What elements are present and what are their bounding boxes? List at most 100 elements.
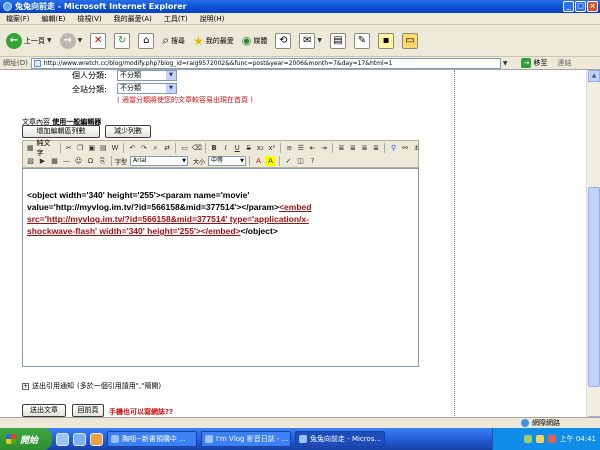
taskbar-item-3[interactable]: 兔兔向前走 - Micros... [295,431,385,447]
bold-icon[interactable]: B [209,143,220,153]
home-button[interactable]: ⌂ [136,30,156,52]
redo-icon[interactable]: ↷ [139,143,150,153]
subscript-icon[interactable]: x₂ [255,143,266,153]
about-icon[interactable]: ? [307,156,318,166]
menu-help[interactable]: 說明(H) [200,14,225,24]
refresh-button[interactable]: ↻ [112,30,132,52]
menu-tools[interactable]: 工具(T) [164,14,188,24]
menu-view[interactable]: 檢視(V) [77,14,101,24]
remove-format-icon[interactable]: ⌫ [191,143,202,153]
paste-word-icon[interactable]: W [110,143,121,153]
rule-icon[interactable]: — [61,156,72,166]
expand-icon[interactable]: + [22,382,29,390]
close-button[interactable]: × [587,1,598,12]
special-char-icon[interactable]: Ω [85,156,96,166]
align-center-icon[interactable]: ≣ [348,143,359,153]
go-button[interactable]: → 移至 [521,58,547,68]
paste-icon[interactable]: ▣ [87,143,98,153]
address-dropdown-icon[interactable]: ▼ [503,60,508,67]
address-input[interactable]: http://www.wretch.cc/blog/modify.php?blo… [30,57,501,69]
italic-icon[interactable]: I [220,143,231,153]
back-arrow-icon: ← [6,32,22,49]
remove-rows-button[interactable]: 減少列數 [105,125,151,138]
site-category-select[interactable]: 不分類 ▼ [117,83,177,94]
minimize-button[interactable]: _ [563,1,574,12]
page-break-icon[interactable]: ⎘ [97,156,108,166]
vertical-scrollbar[interactable]: ▲ ▼ [586,70,600,428]
research-button[interactable]: ▭ [400,30,420,52]
favorites-button[interactable]: ★ 我的最愛 [191,30,236,52]
scroll-thumb[interactable] [588,187,600,387]
taskbar-item-2[interactable]: I'm Vlog 影音日誌 - ... [201,431,291,447]
back-button[interactable]: ← 上一頁 ▼ [4,30,54,52]
edit-page-button[interactable]: ✎ [352,30,372,52]
messenger-button[interactable]: ▪ [376,30,396,52]
tray-icon[interactable] [547,435,556,443]
menu-edit[interactable]: 編輯(E) [42,14,66,24]
trackback-label[interactable]: 送出引用通知 [32,381,74,391]
add-rows-button[interactable]: 增加編輯區列數 [22,125,100,138]
copy-icon[interactable]: ❐ [75,143,86,153]
undo-icon[interactable]: ↶ [127,143,138,153]
links-button[interactable]: 連結 [557,58,571,68]
unordered-list-icon[interactable]: ☰ [296,143,307,153]
search-button[interactable]: ⌕ 搜尋 [160,30,187,52]
ordered-list-icon[interactable]: ≡ [284,143,295,153]
size-label: 大小 [193,158,206,166]
editor-textarea[interactable]: <object width='340' height='255'><param … [22,168,419,367]
unlink-icon[interactable]: ⚯ [400,143,411,153]
image-icon[interactable]: ▧ [25,156,36,166]
strikethrough-icon[interactable]: S [243,143,254,153]
back-page-button[interactable]: 回前頁 [72,404,104,417]
align-left-icon[interactable]: ≣ [336,143,347,153]
menu-favorites[interactable]: 我的最愛(A) [114,14,152,24]
forward-button[interactable]: → ▼ [58,30,85,52]
editor-line-3: src='http://myvlog.im.tv/?id=566158&mid=… [27,214,309,224]
print-button[interactable]: ▤ [328,30,348,52]
select-all-icon[interactable]: ▭ [179,143,190,153]
tray-icon[interactable] [535,435,544,443]
mail-button[interactable]: ✉ ▼ [297,30,324,52]
font-select[interactable]: Arial ▼ [130,156,189,166]
flash-icon[interactable]: ▶ [37,156,48,166]
view-source-icon[interactable]: ▦ [25,143,36,153]
taskbar-item-1[interactable]: 胸咽~新書預購中 ... [107,431,197,447]
underline-icon[interactable]: U [232,143,243,153]
align-justify-icon[interactable]: ≣ [371,143,382,153]
start-button[interactable]: 開始 [0,428,52,450]
bg-color-icon[interactable]: A [265,156,277,166]
indent-icon[interactable]: ⇥ [319,143,330,153]
edit-icon: ✎ [353,32,370,49]
clock: 上午 04:41 [559,435,596,443]
text-color-icon[interactable]: A [253,156,264,166]
replace-icon[interactable]: ⇄ [162,143,173,153]
size-select[interactable]: 中等 ▼ [208,156,247,166]
align-right-icon[interactable]: ≣ [359,143,370,153]
history-button[interactable]: ⟲ [273,30,293,52]
stop-button[interactable]: ✕ [88,30,108,52]
media-button[interactable]: ◉ 媒體 [240,30,270,52]
quick-launch-desktop-icon[interactable] [73,432,86,446]
smiley-icon[interactable]: ☺ [73,156,84,166]
chevron-down-icon: ▼ [240,158,245,164]
find-icon[interactable]: ⌕ [150,143,161,153]
personal-category-select[interactable]: 不分類 ▼ [117,70,177,81]
menu-file[interactable]: 檔案(F) [6,14,30,24]
tray-icon[interactable] [523,435,532,443]
scroll-up-icon[interactable]: ▲ [588,70,600,82]
mobile-blog-link[interactable]: 手機也可以寫網誌?? [109,407,173,417]
maximize-button[interactable]: □ [575,1,586,12]
outdent-icon[interactable]: ⇤ [307,143,318,153]
preview-icon[interactable]: ◫ [295,156,306,166]
table-icon[interactable]: ▦ [49,156,60,166]
paste-text-icon[interactable]: ▤ [98,143,109,153]
superscript-icon[interactable]: x² [267,143,278,153]
link-icon[interactable]: ⚲ [388,143,399,153]
anchor-icon[interactable]: ⚓ [411,143,422,153]
star-icon: ★ [192,33,204,48]
spellcheck-icon[interactable]: ✓ [283,156,294,166]
quick-launch-ie-icon[interactable] [56,432,69,446]
submit-post-button[interactable]: 送出文章 [22,404,66,417]
quick-launch-media-icon[interactable] [90,432,103,446]
cut-icon[interactable]: ✂ [63,143,74,153]
